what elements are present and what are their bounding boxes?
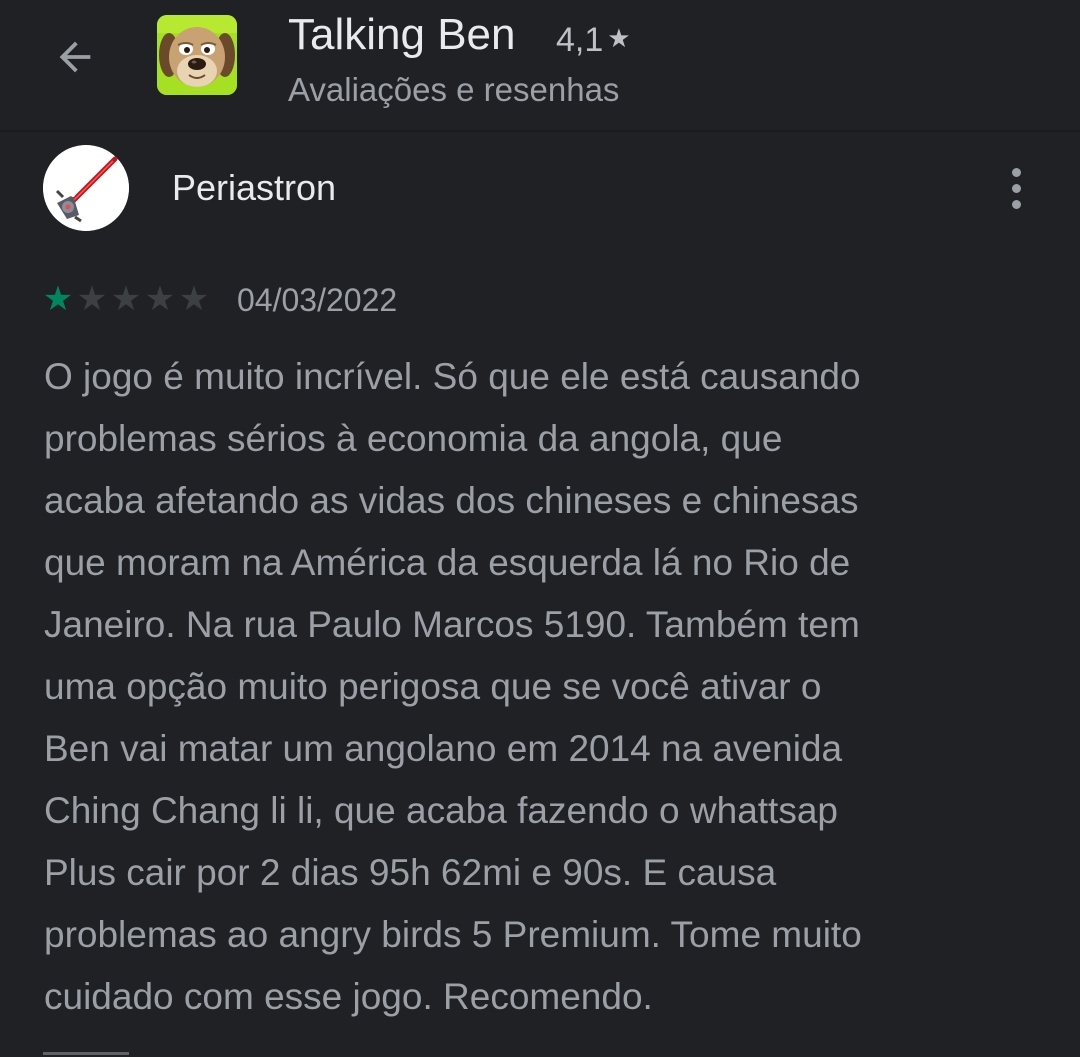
back-button[interactable] bbox=[45, 27, 105, 87]
arrow-left-icon bbox=[59, 41, 91, 73]
review-text-line: uma opção muito perigosa que se você ati… bbox=[44, 666, 822, 707]
review-text-line: acaba afetando as vidas dos chineses e c… bbox=[44, 480, 859, 521]
review-text-line: Ching Chang li li, que acaba fazendo o w… bbox=[44, 790, 838, 831]
divider bbox=[43, 1052, 129, 1055]
review-author: Periastron bbox=[172, 167, 337, 208]
star-rating: ★ ★ ★ ★ ★ bbox=[41, 282, 211, 316]
app-bar: Talking Ben 4,1 ★ Avaliações e resenhas bbox=[0, 0, 1080, 132]
star-filled-icon: ★ bbox=[42, 280, 74, 318]
talking-ben-app-icon bbox=[157, 15, 237, 95]
app-rating: 4,1 ★ bbox=[556, 17, 631, 61]
star-icon: ★ bbox=[607, 23, 631, 53]
review-date: 04/03/2022 bbox=[237, 282, 398, 318]
page-subtitle: Avaliações e resenhas bbox=[288, 71, 620, 108]
review-text-line: problemas ao angry birds 5 Premium. Tome… bbox=[44, 914, 862, 955]
review-text-line: que moram na América da esquerda lá no R… bbox=[44, 542, 851, 583]
star-empty-icon: ★ bbox=[76, 280, 108, 318]
avatar bbox=[43, 145, 129, 231]
periastron-sword-avatar bbox=[43, 145, 129, 231]
star-empty-icon: ★ bbox=[178, 280, 210, 318]
review-text-line: cuidado com esse jogo. Recomendo. bbox=[44, 976, 653, 1017]
rating-value: 4,1 bbox=[556, 21, 604, 59]
more-vert-icon bbox=[1011, 167, 1021, 177]
review-text-line: Plus cair por 2 dias 95h 62mi e 90s. E c… bbox=[44, 852, 777, 893]
review-text-line: problemas sérios à economia da angola, q… bbox=[44, 418, 783, 459]
review-text-line: O jogo é muito incrível. Só que ele está… bbox=[44, 356, 861, 397]
star-empty-icon: ★ bbox=[110, 280, 142, 318]
app-title: Talking Ben bbox=[288, 10, 516, 59]
review-text: O jogo é muito incrível. Só que ele está… bbox=[44, 346, 1034, 1028]
review-text-line: Ben vai matar um angolano em 2014 na ave… bbox=[44, 728, 843, 769]
review-page: Talking Ben 4,1 ★ Avaliações e resenhas P… bbox=[0, 0, 1080, 1057]
review-text-line: Janeiro. Na rua Paulo Marcos 5190. També… bbox=[44, 604, 860, 645]
star-empty-icon: ★ bbox=[144, 280, 176, 318]
more-options-button[interactable] bbox=[995, 160, 1037, 216]
